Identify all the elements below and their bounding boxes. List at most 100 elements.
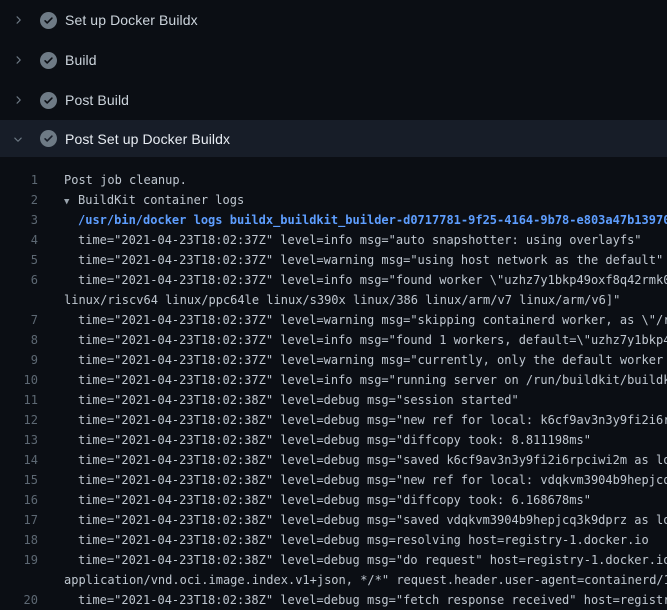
check-circle-icon [40, 130, 57, 147]
chevron-down-icon [12, 133, 24, 145]
line-number-link[interactable]: 9 [0, 350, 38, 370]
line-number-link[interactable]: 11 [0, 390, 38, 410]
line-number-link[interactable]: 17 [0, 510, 38, 530]
step-label: Post Build [65, 92, 129, 108]
log-row: 11 ▼time="2021-04-23T18:02:38Z" level=de… [0, 390, 667, 410]
triangle-down-icon: ▼ [64, 192, 78, 211]
step-header-post-set-up-docker-buildx[interactable]: Post Set up Docker Buildx [0, 120, 667, 157]
log-text: application/vnd.oci.image.index.v1+json,… [64, 573, 667, 587]
log-text: time="2021-04-23T18:02:37Z" level=warnin… [78, 313, 667, 327]
log-row: 1 ▼Post job cleanup. [0, 170, 667, 190]
step-header-set-up-docker-buildx[interactable]: Set up Docker Buildx [0, 0, 667, 40]
check-circle-icon [40, 12, 57, 29]
log-row: 3 ▼/usr/bin/docker logs buildx_buildkit_… [0, 210, 667, 230]
log-line-content: ▼time="2021-04-23T18:02:38Z" level=debug… [38, 550, 667, 570]
log-line-content: ▼time="2021-04-23T18:02:37Z" level=warni… [38, 250, 663, 270]
line-number-link[interactable]: 16 [0, 490, 38, 510]
step-header-build[interactable]: Build [0, 40, 667, 80]
log-line-content: ▼time="2021-04-23T18:02:37Z" level=info … [38, 330, 667, 350]
log-row: 14 ▼time="2021-04-23T18:02:38Z" level=de… [0, 450, 667, 470]
log-line-content: ▼linux/riscv64 linux/ppc64le linux/s390x… [38, 290, 620, 310]
log-row: 16 ▼time="2021-04-23T18:02:38Z" level=de… [0, 490, 667, 510]
log-row: 8 ▼time="2021-04-23T18:02:37Z" level=inf… [0, 330, 667, 350]
log-line-content: ▼/usr/bin/docker logs buildx_buildkit_bu… [38, 210, 667, 230]
log-line-content: ▼time="2021-04-23T18:02:38Z" level=debug… [38, 450, 667, 470]
log-text: time="2021-04-23T18:02:37Z" level=info m… [78, 333, 667, 347]
log-row: 10 ▼time="2021-04-23T18:02:37Z" level=in… [0, 370, 667, 390]
log-text: time="2021-04-23T18:02:37Z" level=info m… [78, 233, 642, 247]
log-line-content: ▼application/vnd.oci.image.index.v1+json… [38, 570, 667, 590]
line-number-link[interactable]: 12 [0, 410, 38, 430]
log-text: time="2021-04-23T18:02:38Z" level=debug … [78, 393, 519, 407]
log-area: 1 ▼Post job cleanup. 2 ▼BuildKit contain… [0, 157, 667, 610]
log-line-content: ▼time="2021-04-23T18:02:37Z" level=info … [38, 370, 667, 390]
line-number-link[interactable]: 13 [0, 430, 38, 450]
log-text: linux/riscv64 linux/ppc64le linux/s390x … [64, 293, 620, 307]
log-text: time="2021-04-23T18:02:37Z" level=info m… [78, 273, 667, 287]
line-number-link[interactable] [0, 570, 38, 590]
log-line-content: ▼time="2021-04-23T18:02:38Z" level=debug… [38, 530, 649, 550]
line-number-link[interactable]: 18 [0, 530, 38, 550]
log-row: 15 ▼time="2021-04-23T18:02:38Z" level=de… [0, 470, 667, 490]
chevron-right-icon [12, 54, 24, 66]
log-row: 19 ▼time="2021-04-23T18:02:38Z" level=de… [0, 550, 667, 570]
step-label: Set up Docker Buildx [65, 12, 198, 28]
line-number-link[interactable]: 5 [0, 250, 38, 270]
line-number-link[interactable]: 7 [0, 310, 38, 330]
step-label: Post Set up Docker Buildx [65, 131, 230, 147]
line-number-link[interactable]: 20 [0, 590, 38, 610]
log-line-content: ▼Post job cleanup. [38, 170, 187, 190]
log-text: time="2021-04-23T18:02:38Z" level=debug … [78, 433, 591, 447]
line-number-link[interactable]: 3 [0, 210, 38, 230]
log-line-content: ▼time="2021-04-23T18:02:37Z" level=info … [38, 230, 642, 250]
line-number-link[interactable]: 15 [0, 470, 38, 490]
line-number-link[interactable]: 6 [0, 270, 38, 290]
step-header-post-build[interactable]: Post Build [0, 80, 667, 120]
line-number-link[interactable]: 10 [0, 370, 38, 390]
log-text: time="2021-04-23T18:02:38Z" level=debug … [78, 413, 667, 427]
log-group-toggle[interactable]: ▼BuildKit container logs [38, 190, 244, 210]
line-number-link[interactable]: 14 [0, 450, 38, 470]
log-line-content: ▼time="2021-04-23T18:02:38Z" level=debug… [38, 470, 667, 490]
log-row: 17 ▼time="2021-04-23T18:02:38Z" level=de… [0, 510, 667, 530]
log-line-content: ▼time="2021-04-23T18:02:37Z" level=warni… [38, 310, 667, 330]
log-text: time="2021-04-23T18:02:37Z" level=warnin… [78, 253, 663, 267]
log-line-content: ▼time="2021-04-23T18:02:38Z" level=debug… [38, 430, 591, 450]
log-text: time="2021-04-23T18:02:37Z" level=warnin… [78, 353, 667, 367]
log-line-content: ▼time="2021-04-23T18:02:38Z" level=debug… [38, 590, 667, 610]
log-row: 13 ▼time="2021-04-23T18:02:38Z" level=de… [0, 430, 667, 450]
line-number-link[interactable]: 8 [0, 330, 38, 350]
log-line-content: ▼time="2021-04-23T18:02:37Z" level=warni… [38, 350, 667, 370]
log-row: 12 ▼time="2021-04-23T18:02:38Z" level=de… [0, 410, 667, 430]
log-row: 5 ▼time="2021-04-23T18:02:37Z" level=war… [0, 250, 667, 270]
log-line-content: ▼time="2021-04-23T18:02:38Z" level=debug… [38, 490, 591, 510]
log-row: 4 ▼time="2021-04-23T18:02:37Z" level=inf… [0, 230, 667, 250]
log-row: 7 ▼time="2021-04-23T18:02:37Z" level=war… [0, 310, 667, 330]
line-number-link[interactable]: 1 [0, 170, 38, 190]
line-number-link[interactable]: 4 [0, 230, 38, 250]
check-circle-icon [40, 92, 57, 109]
chevron-right-icon [12, 94, 24, 106]
log-row: ▼linux/riscv64 linux/ppc64le linux/s390x… [0, 290, 667, 310]
log-text: time="2021-04-23T18:02:38Z" level=debug … [78, 453, 667, 467]
actions-log-viewer: { "theme": { "page_bg": "#0b0e14", "expa… [0, 0, 667, 600]
log-text: /usr/bin/docker logs buildx_buildkit_bui… [78, 213, 667, 227]
check-circle-icon [40, 52, 57, 69]
log-text: BuildKit container logs [78, 193, 244, 207]
line-number-link[interactable]: 19 [0, 550, 38, 570]
log-row: 9 ▼time="2021-04-23T18:02:37Z" level=war… [0, 350, 667, 370]
log-text: time="2021-04-23T18:02:38Z" level=debug … [78, 513, 667, 527]
log-row: 20 ▼time="2021-04-23T18:02:38Z" level=de… [0, 590, 667, 610]
log-text: time="2021-04-23T18:02:38Z" level=debug … [78, 533, 649, 547]
log-text: time="2021-04-23T18:02:38Z" level=debug … [78, 493, 591, 507]
line-number-link[interactable] [0, 290, 38, 310]
log-text: Post job cleanup. [64, 173, 187, 187]
log-line-content: ▼time="2021-04-23T18:02:38Z" level=debug… [38, 410, 667, 430]
log-row: 18 ▼time="2021-04-23T18:02:38Z" level=de… [0, 530, 667, 550]
chevron-right-icon [12, 14, 24, 26]
log-text: time="2021-04-23T18:02:37Z" level=info m… [78, 373, 667, 387]
line-number-link[interactable]: 2 [0, 190, 38, 210]
step-list: Set up Docker Buildx Build Post Build Po… [0, 0, 667, 157]
log-line-content: ▼time="2021-04-23T18:02:38Z" level=debug… [38, 510, 667, 530]
log-text: time="2021-04-23T18:02:38Z" level=debug … [78, 473, 667, 487]
